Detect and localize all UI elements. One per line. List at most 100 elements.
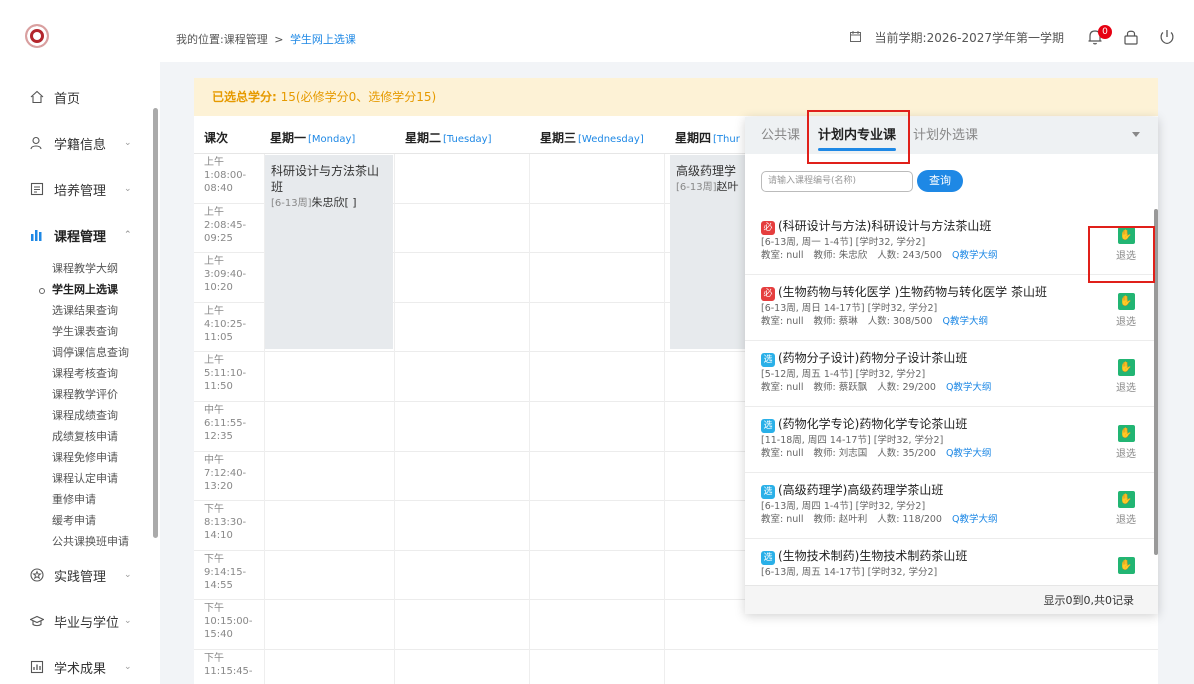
course-search-input[interactable]: 请输入课程编号(名称) xyxy=(761,171,913,192)
course-title: 必 (科研设计与方法)科研设计与方法茶山班 xyxy=(761,217,991,235)
column-divider xyxy=(664,154,665,684)
submenu-item[interactable]: 课程成绩查询 xyxy=(52,405,150,426)
submenu-item[interactable]: 课程教学大纲 xyxy=(52,258,150,279)
lock-icon xyxy=(1124,30,1138,45)
highlight-box-tab xyxy=(807,110,910,164)
submenu-item[interactable]: 成绩复核申请 xyxy=(52,426,150,447)
syllabus-link[interactable]: Q教学大纲 xyxy=(952,250,997,261)
tab-public-course[interactable]: 公共课 xyxy=(761,117,800,154)
search-button[interactable]: 查询 xyxy=(917,170,963,192)
header-monday: 星期一 [Monday] xyxy=(270,131,356,145)
submenu-item[interactable]: 学生课表查询 xyxy=(52,321,150,342)
submenu-item[interactable]: 学生网上选课 xyxy=(39,279,150,300)
drop-icon: ✋ xyxy=(1117,359,1135,376)
drop-course-button[interactable]: ✋ xyxy=(1111,557,1141,574)
header-tuesday: 星期二 [Tuesday] xyxy=(405,131,492,145)
course-details: 教室: null 教师: 朱忠欣 人数: 243/500 Q教学大纲 xyxy=(761,247,997,261)
chevron-down-icon: ⌄ xyxy=(124,184,132,194)
notification-badge: 0 xyxy=(1098,25,1112,39)
logout-button[interactable] xyxy=(1154,26,1180,48)
page-root: 首页 学籍信息 ⌄ 培养管理 ⌄ 课程管理 ⌃ 课程教学大纲 学生网上选课 选课… xyxy=(0,0,1194,684)
course-item: 选 (药物分子设计)药物分子设计茶山班 [5-12周, 周五 1-4节] [学时32… xyxy=(745,341,1155,407)
header-period: 课次 xyxy=(204,131,229,145)
syllabus-link[interactable]: Q教学大纲 xyxy=(942,316,987,327)
sidebar-item-label: 毕业与学位 xyxy=(54,615,120,631)
time-slot: 上午 1:08:00- 08:40 xyxy=(204,157,247,194)
chevron-up-icon: ⌃ xyxy=(124,230,132,240)
submenu-item[interactable]: 公共课换班申请 xyxy=(52,531,150,552)
sidebar-item-label: 首页 xyxy=(54,91,81,107)
drop-label: 退选 xyxy=(1116,317,1136,328)
course-item: 必 (生物药物与转化医学 )生物药物与转化医学 茶山班 [6-13周, 周日 14-… xyxy=(745,275,1155,341)
course-teacher: 教师: 刘志国 xyxy=(813,448,868,459)
bar-chart-icon xyxy=(30,228,44,242)
notification-button[interactable]: 0 xyxy=(1082,25,1112,48)
syllabus-link[interactable]: Q教学大纲 xyxy=(952,514,997,525)
drop-course-button[interactable]: ✋ 退选 xyxy=(1111,293,1141,328)
course-enrollment: 人数: 29/200 xyxy=(877,382,936,393)
calendar-icon xyxy=(849,30,861,45)
sidebar-item-training[interactable]: 培养管理 ⌄ xyxy=(0,166,150,212)
drop-icon: ✋ xyxy=(1117,557,1135,574)
sidebar-item-practice[interactable]: 实践管理 ⌄ xyxy=(0,552,150,598)
time-slot: 上午 5:11:10- 11:50 xyxy=(204,355,247,393)
submenu-item[interactable]: 选课结果查询 xyxy=(52,300,150,321)
submenu-item[interactable]: 缓考申请 xyxy=(52,510,150,531)
header-thursday: 星期四 [Thur xyxy=(675,131,740,145)
time-slot: 下午 8:13:30- 14:10 xyxy=(204,504,247,542)
drop-icon: ✋ xyxy=(1117,425,1135,442)
time-slot: 下午 9:14:15- 14:55 xyxy=(204,553,247,591)
course-type-tag: 选 xyxy=(761,419,775,433)
sidebar-nav: 首页 学籍信息 ⌄ 培养管理 ⌄ 课程管理 ⌃ 课程教学大纲 学生网上选课 选课… xyxy=(0,74,150,684)
submenu-item[interactable]: 重修申请 xyxy=(52,489,150,510)
sidebar-item-student-info[interactable]: 学籍信息 ⌄ xyxy=(0,120,150,166)
submenu-item[interactable]: 课程免修申请 xyxy=(52,447,150,468)
time-slot: 中午 7:12:40- 13:20 xyxy=(204,454,247,492)
course-cell-thursday[interactable]: 高级药理学 [6-13周]赵叶 xyxy=(670,155,745,349)
time-slot: 上午 2:08:45- 09:25 xyxy=(204,206,247,244)
column-divider xyxy=(529,154,530,684)
drop-course-button[interactable]: ✋ 退选 xyxy=(1111,359,1141,394)
course-cell-monday[interactable]: 科研设计与方法茶山班 [6-13周]朱忠欣[ ] xyxy=(265,155,393,349)
breadcrumb: 我的位置:课程管理 > 学生网上选课 xyxy=(176,31,356,47)
course-name: 科研设计与方法茶山班 xyxy=(271,164,380,194)
timetable-row: 下午 11:15:45- xyxy=(194,650,1158,684)
course-name: 高级药理学 xyxy=(676,164,737,178)
graduation-cap-icon xyxy=(30,614,44,628)
course-details: 教室: null 教师: 蔡跃飘 人数: 29/200 Q教学大纲 xyxy=(761,379,991,393)
syllabus-link[interactable]: Q教学大纲 xyxy=(946,382,991,393)
selected-credits-banner: 已选总学分: 15(必修学分0、选修学分15) xyxy=(194,78,1158,116)
caret-down-icon[interactable] xyxy=(1132,132,1140,137)
sidebar-item-graduation[interactable]: 毕业与学位 ⌄ xyxy=(0,598,150,644)
course-details: 教室: null 教师: 刘志国 人数: 35/200 Q教学大纲 xyxy=(761,445,991,459)
chevron-down-icon: ⌄ xyxy=(124,662,132,672)
credits-value: 15(必修学分0、选修学分15) xyxy=(280,90,437,104)
star-icon xyxy=(30,568,44,582)
highlight-box-drop xyxy=(1088,226,1155,283)
course-mgmt-submenu: 课程教学大纲 学生网上选课 选课结果查询 学生课表查询 调停课信息查询 课程考核查询 课程教… xyxy=(0,258,150,552)
lock-button[interactable] xyxy=(1118,26,1144,48)
sidebar-item-home[interactable]: 首页 xyxy=(0,74,150,120)
submenu-item[interactable]: 调停课信息查询 xyxy=(52,342,150,363)
submenu-item[interactable]: 课程考核查询 xyxy=(52,363,150,384)
breadcrumb-prefix[interactable]: 我的位置:课程管理 xyxy=(176,33,268,46)
sidebar-item-label: 课程管理 xyxy=(54,229,107,245)
time-slot: 下午 11:15:45- xyxy=(204,652,253,677)
breadcrumb-current[interactable]: 学生网上选课 xyxy=(290,33,356,46)
report-icon xyxy=(30,660,44,674)
course-schedule: [6-13周, 周五 14-17节] [学时32, 学分2] xyxy=(761,567,938,578)
submenu-item[interactable]: 课程教学评价 xyxy=(52,384,150,405)
person-icon xyxy=(30,136,44,150)
drop-course-button[interactable]: ✋ 退选 xyxy=(1111,491,1141,526)
sidebar-item-course-mgmt[interactable]: 课程管理 ⌃ xyxy=(0,212,150,258)
drop-course-button[interactable]: ✋ 退选 xyxy=(1111,425,1141,460)
university-logo xyxy=(25,24,49,48)
tab-unplanned-course[interactable]: 计划外选课 xyxy=(913,117,978,154)
course-item: 选 (生物技术制药)生物技术制药茶山班 [6-13周, 周五 14-17节] [学时… xyxy=(745,539,1155,584)
course-type-tag: 必 xyxy=(761,287,775,301)
submenu-item[interactable]: 课程认定申请 xyxy=(52,468,150,489)
syllabus-link[interactable]: Q教学大纲 xyxy=(946,448,991,459)
course-room: 教室: null xyxy=(761,382,804,393)
sidebar-scrollbar[interactable] xyxy=(153,108,158,538)
sidebar-item-research[interactable]: 学术成果 ⌄ xyxy=(0,644,150,684)
